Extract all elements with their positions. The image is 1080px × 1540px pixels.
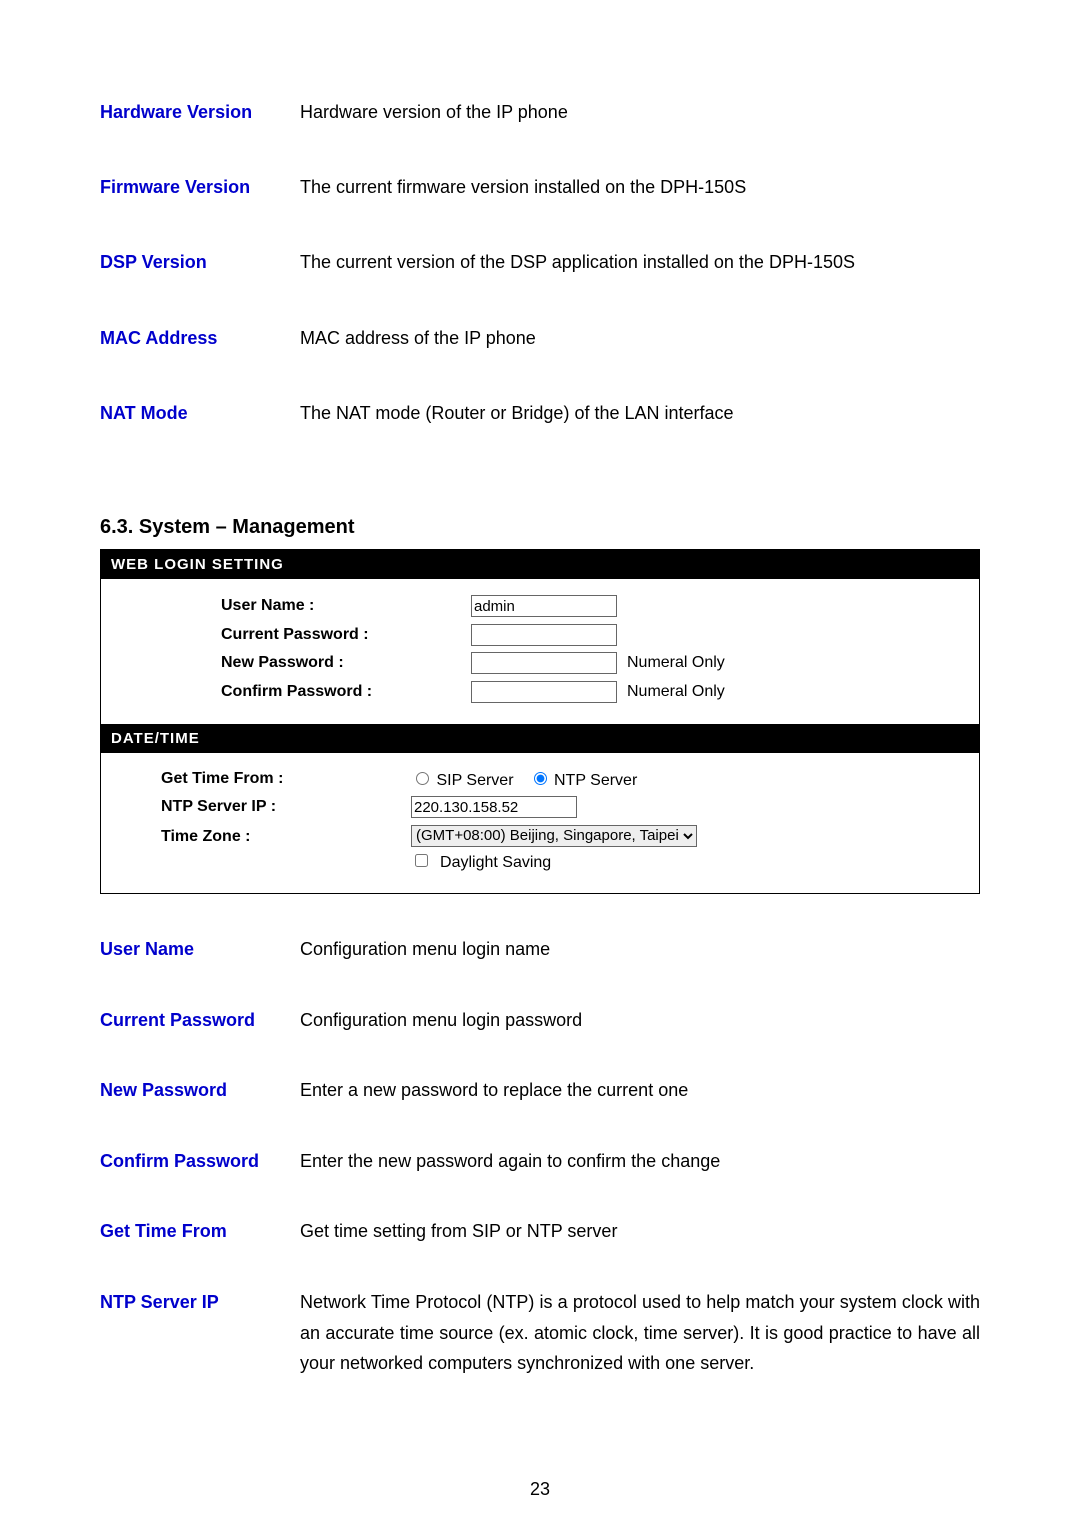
definition-desc: Enter a new password to replace the curr… xyxy=(300,1075,980,1146)
definition-desc: Hardware version of the IP phone xyxy=(300,100,980,175)
ntp-server-ip-input[interactable] xyxy=(411,796,577,818)
definition-term: DSP Version xyxy=(100,250,300,325)
section-heading: 6.3. System – Management xyxy=(100,516,980,539)
definition-term: MAC Address xyxy=(100,326,300,401)
definition-row: New PasswordEnter a new password to repl… xyxy=(100,1075,980,1146)
definition-term: NAT Mode xyxy=(100,401,300,476)
definition-row: NAT ModeThe NAT mode (Router or Bridge) … xyxy=(100,401,980,476)
definition-row: Current PasswordConfiguration menu login… xyxy=(100,1005,980,1076)
definition-desc: Network Time Protocol (NTP) is a protoco… xyxy=(300,1287,980,1419)
confirm-password-hint: Numeral Only xyxy=(627,683,725,701)
time-zone-select[interactable]: (GMT+08:00) Beijing, Singapore, Taipei xyxy=(411,825,697,847)
username-input[interactable] xyxy=(471,595,617,617)
definition-row: Hardware VersionHardware version of the … xyxy=(100,100,980,175)
radio-sip-label: SIP Server xyxy=(436,772,513,789)
definition-row: NTP Server IPNetwork Time Protocol (NTP)… xyxy=(100,1287,980,1419)
definition-desc: Get time setting from SIP or NTP server xyxy=(300,1216,980,1287)
radio-ntp-server[interactable]: NTP Server xyxy=(529,772,638,789)
definition-row: Confirm PasswordEnter the new password a… xyxy=(100,1146,980,1217)
definition-row: MAC AddressMAC address of the IP phone xyxy=(100,326,980,401)
definition-term: NTP Server IP xyxy=(100,1287,300,1419)
definition-row: DSP VersionThe current version of the DS… xyxy=(100,250,980,325)
get-time-from-label: Get Time From : xyxy=(121,770,411,788)
definition-row: Get Time FromGet time setting from SIP o… xyxy=(100,1216,980,1287)
definition-desc: MAC address of the IP phone xyxy=(300,326,980,401)
web-login-header: WEB LOGIN SETTING xyxy=(101,550,979,579)
definitions-bottom: User NameConfiguration menu login nameCu… xyxy=(100,934,980,1419)
radio-sip-server[interactable]: SIP Server xyxy=(411,772,514,789)
definition-row: User NameConfiguration menu login name xyxy=(100,934,980,1005)
daylight-saving-label: Daylight Saving xyxy=(440,854,551,871)
new-password-hint: Numeral Only xyxy=(627,654,725,672)
current-password-label: Current Password : xyxy=(121,626,471,644)
definition-term: Firmware Version xyxy=(100,175,300,250)
definition-term: New Password xyxy=(100,1075,300,1146)
definition-desc: Configuration menu login password xyxy=(300,1005,980,1076)
definition-term: Current Password xyxy=(100,1005,300,1076)
definition-term: Confirm Password xyxy=(100,1146,300,1217)
username-label: User Name : xyxy=(121,597,471,615)
definition-term: User Name xyxy=(100,934,300,1005)
confirm-password-label: Confirm Password : xyxy=(121,683,471,701)
definition-desc: The current version of the DSP applicati… xyxy=(300,250,980,325)
time-zone-label: Time Zone : xyxy=(121,824,411,846)
definition-row: Firmware VersionThe current firmware ver… xyxy=(100,175,980,250)
new-password-input[interactable] xyxy=(471,652,617,674)
confirm-password-input[interactable] xyxy=(471,681,617,703)
definition-desc: The current firmware version installed o… xyxy=(300,175,980,250)
web-login-panel: WEB LOGIN SETTING User Name : Current Pa… xyxy=(100,549,980,894)
definition-term: Hardware Version xyxy=(100,100,300,175)
daylight-saving-checkbox[interactable] xyxy=(415,854,428,867)
current-password-input[interactable] xyxy=(471,624,617,646)
new-password-label: New Password : xyxy=(121,654,471,672)
datetime-header: DATE/TIME xyxy=(101,724,979,753)
definition-desc: The NAT mode (Router or Bridge) of the L… xyxy=(300,401,980,476)
definition-desc: Enter the new password again to confirm … xyxy=(300,1146,980,1217)
definition-desc: Configuration menu login name xyxy=(300,934,980,1005)
definition-term: Get Time From xyxy=(100,1216,300,1287)
radio-ntp-label: NTP Server xyxy=(554,772,637,789)
definitions-top: Hardware VersionHardware version of the … xyxy=(100,100,980,476)
ntp-server-ip-label: NTP Server IP : xyxy=(121,798,411,816)
page-number: 23 xyxy=(100,1479,980,1500)
